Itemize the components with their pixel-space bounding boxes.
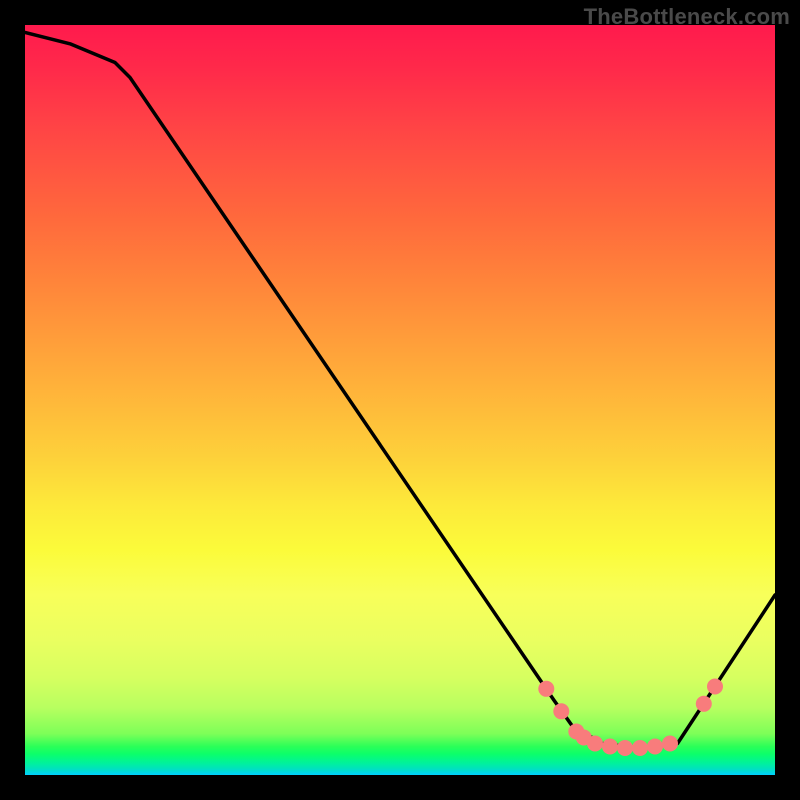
- curve-point: [553, 703, 569, 719]
- curve-point: [617, 740, 633, 756]
- curve-point: [632, 740, 648, 756]
- curve-point: [587, 736, 603, 752]
- curve-point: [647, 739, 663, 755]
- chart-frame: TheBottleneck.com: [0, 0, 800, 800]
- curve-point: [696, 696, 712, 712]
- curve-point: [662, 736, 678, 752]
- attribution-label: TheBottleneck.com: [584, 4, 790, 30]
- curve-point: [602, 739, 618, 755]
- bottleneck-curve: [25, 33, 775, 749]
- curve-point: [538, 681, 554, 697]
- plot-area: [25, 25, 775, 775]
- curve-point: [707, 679, 723, 695]
- curve-layer: [25, 25, 775, 775]
